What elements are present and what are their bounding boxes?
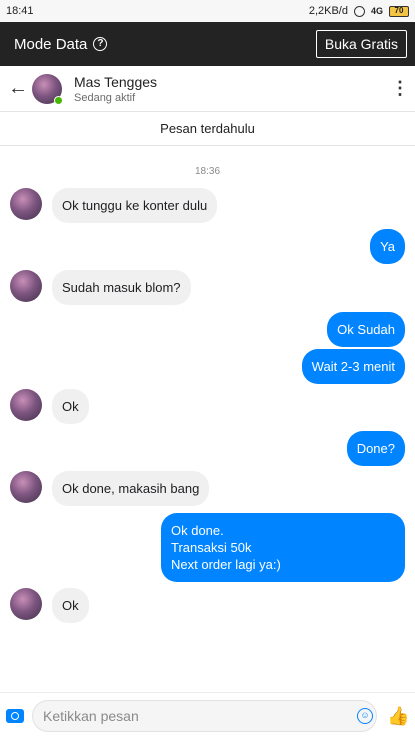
more-vertical-icon[interactable]: ⋮ (391, 78, 409, 99)
status-time: 18:41 (6, 5, 34, 17)
alarm-icon (353, 5, 365, 17)
contact-status: Sedang aktif (74, 91, 136, 104)
signal-icon: 4G (370, 6, 383, 16)
message-bubble-incoming[interactable]: Ok tunggu ke konter dulu (52, 188, 218, 223)
message-bubble-incoming[interactable]: Ok (52, 389, 89, 424)
chat-header: ← Mas Tengges Sedang aktif ⋮ (0, 66, 415, 112)
thumbs-up-icon[interactable]: 👍 (387, 706, 409, 727)
contact-info[interactable]: Mas Tengges Sedang aktif (74, 74, 391, 104)
battery-icon: 70 (389, 5, 409, 17)
status-bar: 18:41 2,2KB/d 4G 70 (0, 0, 415, 22)
network-speed: 2,2KB/d (308, 5, 348, 17)
contact-avatar[interactable] (32, 73, 63, 105)
sender-avatar[interactable] (10, 588, 42, 620)
status-indicators: 2,2KB/d 4G 70 (309, 5, 409, 17)
help-icon[interactable]: ? (93, 37, 108, 51)
camera-icon[interactable] (6, 709, 24, 723)
data-mode-label: Mode Data (14, 35, 88, 53)
message-bubble-incoming[interactable]: Sudah masuk blom? (52, 270, 191, 305)
message-composer: ☺ 👍 (0, 692, 415, 739)
message-bubble-outgoing[interactable]: Ok Sudah (327, 312, 405, 347)
message-bubble-incoming[interactable]: Ok done, makasih bang (52, 471, 210, 506)
free-mode-button[interactable]: Buka Gratis (315, 30, 407, 58)
message-input[interactable] (32, 700, 377, 732)
sender-avatar[interactable] (10, 471, 42, 503)
arrow-left-icon[interactable]: ← (8, 77, 30, 100)
message-bubble-outgoing[interactable]: Wait 2-3 menit (301, 349, 405, 384)
message-bubble-outgoing[interactable]: Done? (346, 431, 405, 466)
data-mode-label-group: Mode Data ? (14, 35, 108, 53)
sender-avatar[interactable] (10, 270, 42, 302)
sender-avatar[interactable] (10, 389, 42, 421)
message-bubble-outgoing[interactable]: Ya (370, 229, 405, 264)
contact-name: Mas Tengges (74, 73, 158, 90)
active-status-dot (54, 95, 63, 105)
message-bubble-outgoing[interactable]: Ok done. Transaksi 50k Next order lagi y… (161, 513, 405, 582)
message-bubble-incoming[interactable]: Ok (52, 588, 89, 623)
emoji-icon[interactable]: ☺ (357, 708, 373, 724)
data-mode-bar: Mode Data ? Buka Gratis (0, 22, 415, 66)
sender-avatar[interactable] (10, 188, 42, 220)
older-messages-button[interactable]: Pesan terdahulu (0, 112, 415, 146)
message-timestamp: 18:36 (194, 166, 221, 177)
